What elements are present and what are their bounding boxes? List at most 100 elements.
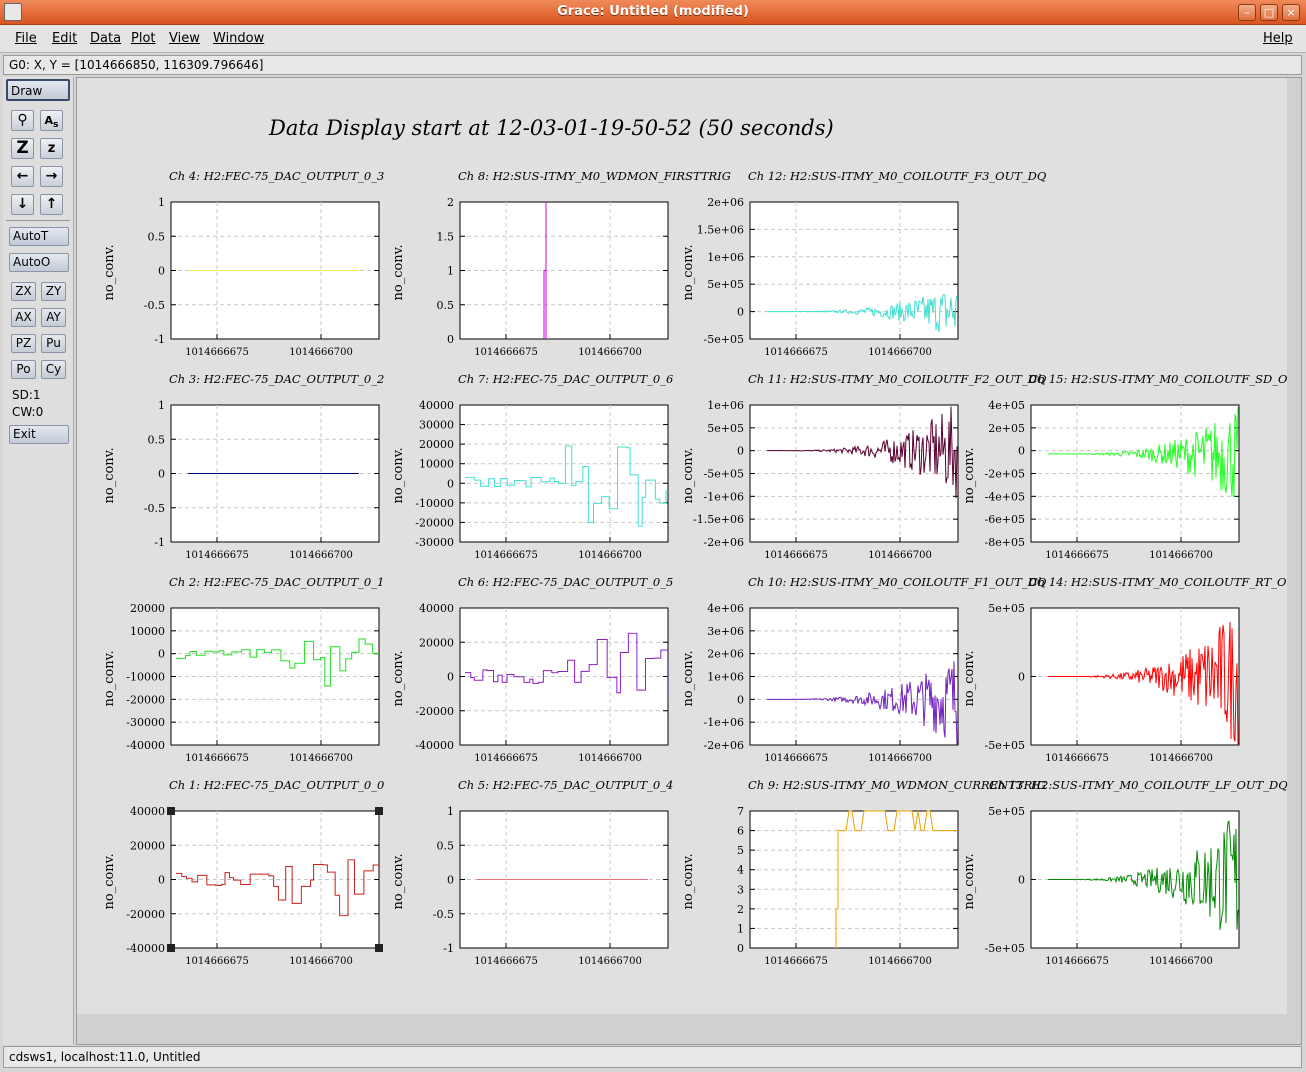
ytick-label: 1e+06 (707, 671, 744, 684)
plot-title: Ch 4: H2:FEC-75_DAC_OUTPUT_0_3 (169, 169, 384, 183)
close-icon[interactable]: × (1282, 4, 1300, 21)
draw-button[interactable]: Draw (6, 79, 70, 101)
exit-button[interactable]: Exit (9, 425, 69, 444)
pz-button[interactable]: PZ (11, 334, 36, 353)
ytick-label: 0 (158, 874, 165, 887)
ytick-label: 2e+06 (707, 648, 744, 661)
menu-view[interactable]: View (169, 31, 200, 46)
ytick-label: 0 (158, 468, 165, 481)
ytick-label: 0 (447, 333, 454, 346)
ytick-label: 20000 (130, 839, 165, 852)
arrow-left-icon[interactable]: ← (11, 166, 34, 187)
menu-help[interactable]: Help (1263, 31, 1293, 46)
ytick-label: -2e+05 (985, 468, 1025, 481)
zoom-in-icon[interactable]: Z (11, 138, 34, 159)
ytick-label: 0 (1018, 874, 1025, 887)
ytick-label: 40000 (419, 399, 454, 412)
plot-ylabel: no_conv. (102, 853, 117, 909)
ytick-label: -40000 (415, 739, 454, 752)
zx-button[interactable]: ZX (11, 282, 36, 301)
status-bar: cdsws1, localhost:11.0, Untitled (3, 1046, 1302, 1068)
xtick-label: 1014666700 (289, 347, 353, 358)
set-display-readout: SD:1 (12, 388, 41, 402)
plot-title: Ch 12: H2:SUS-ITMY_M0_COILOUTF_F3_OUT_DQ (748, 169, 1047, 183)
ytick-label: 10000 (130, 625, 165, 638)
plot-ylabel: no_conv. (962, 650, 977, 706)
ytick-label: 1 (158, 196, 165, 209)
ytick-label: -1.5e+06 (693, 513, 744, 526)
xtick-label: 1014666675 (764, 956, 828, 967)
ytick-label: 4 (737, 864, 744, 877)
autot-button[interactable]: AutoT (9, 227, 69, 246)
ytick-label: 2e+06 (707, 196, 744, 209)
xtick-label: 1014666675 (185, 347, 249, 358)
ytick-label: -5e+05 (704, 468, 744, 481)
ytick-label: 0 (1018, 445, 1025, 458)
plot-title: Ch 10: H2:SUS-ITMY_M0_COILOUTF_F1_OUT_DQ (748, 575, 1047, 589)
xtick-label: 1014666675 (1045, 550, 1109, 561)
ytick-label: 5e+05 (988, 602, 1025, 615)
plot-frame (459, 404, 669, 543)
ytick-label: -20000 (415, 705, 454, 718)
ytick-label: -6e+05 (985, 513, 1025, 526)
plot-title: Ch 2: H2:FEC-75_DAC_OUTPUT_0_1 (169, 575, 384, 589)
ytick-label: 5e+05 (988, 805, 1025, 818)
ytick-label: 1 (737, 922, 744, 935)
plot-title: Ch 14: H2:SUS-ITMY_M0_COILOUTF_RT_OUT_DQ (1029, 575, 1287, 589)
arrow-up-icon[interactable]: ↑ (40, 194, 63, 215)
menu-window[interactable]: Window (213, 31, 264, 46)
po-button[interactable]: Po (11, 360, 36, 379)
plot-canvas[interactable]: Data Display start at 12-03-01-19-50-52 … (77, 78, 1306, 1014)
xtick-label: 1014666675 (185, 550, 249, 561)
ytick-label: -5e+05 (985, 942, 1025, 955)
ytick-label: 0 (447, 477, 454, 490)
ytick-label: -10000 (415, 497, 454, 510)
arrow-right-icon[interactable]: → (40, 166, 63, 187)
ytick-label: 5e+05 (707, 278, 744, 291)
xtick-label: 1014666675 (474, 347, 538, 358)
minimize-icon[interactable]: – (1238, 4, 1256, 21)
xtick-label: 1014666675 (1045, 753, 1109, 764)
toolbar-divider (6, 220, 70, 221)
menu-file[interactable]: File (15, 31, 37, 46)
zoom-out-icon[interactable]: z (40, 138, 63, 159)
menu-plot[interactable]: Plot (131, 31, 156, 46)
ytick-label: 1 (447, 265, 454, 278)
ytick-label: 1e+06 (707, 251, 744, 264)
arrow-down-icon[interactable]: ↓ (11, 194, 34, 215)
autoo-button[interactable]: AutoO (9, 253, 69, 272)
ay-button[interactable]: AY (41, 308, 66, 327)
xtick-label: 1014666700 (289, 956, 353, 967)
xtick-label: 1014666700 (578, 347, 642, 358)
canvas-frame: Data Display start at 12-03-01-19-50-52 … (76, 77, 1306, 1045)
pu-button[interactable]: Pu (41, 334, 66, 353)
cy-button[interactable]: Cy (41, 360, 66, 379)
xtick-label: 1014666675 (474, 550, 538, 561)
autoscale-text-icon[interactable]: As (40, 110, 63, 131)
plot-title: Ch 8: H2:SUS-ITMY_M0_WDMON_FIRSTTRIG (458, 169, 731, 183)
ytick-label: -40000 (126, 942, 165, 955)
ytick-label: -1 (443, 942, 454, 955)
menubar: File Edit Data Plot View Window Help (0, 25, 1306, 53)
plot-ylabel: no_conv. (102, 650, 117, 706)
plot-title: Ch 3: H2:FEC-75_DAC_OUTPUT_0_2 (169, 372, 384, 386)
ax-button[interactable]: AX (11, 308, 36, 327)
plot-ylabel: no_conv. (391, 244, 406, 300)
plot-ylabel: no_conv. (681, 853, 696, 909)
ytick-label: 0 (158, 265, 165, 278)
ytick-label: -1e+06 (704, 716, 744, 729)
ytick-label: -1e+06 (704, 490, 744, 503)
ytick-label: -40000 (126, 739, 165, 752)
xtick-label: 1014666700 (868, 956, 932, 967)
menu-edit[interactable]: Edit (52, 31, 77, 46)
ytick-label: 0.5 (148, 230, 166, 243)
xtick-label: 1014666700 (289, 550, 353, 561)
plot-ylabel: no_conv. (102, 447, 117, 503)
plot-title: Ch 7: H2:FEC-75_DAC_OUTPUT_0_6 (458, 372, 673, 386)
zy-button[interactable]: ZY (41, 282, 66, 301)
magnifier-icon[interactable]: ⚲ (11, 110, 34, 131)
ytick-label: -20000 (126, 908, 165, 921)
maximize-icon[interactable]: □ (1260, 4, 1278, 21)
plot-ylabel: no_conv. (391, 447, 406, 503)
menu-data[interactable]: Data (90, 31, 121, 46)
